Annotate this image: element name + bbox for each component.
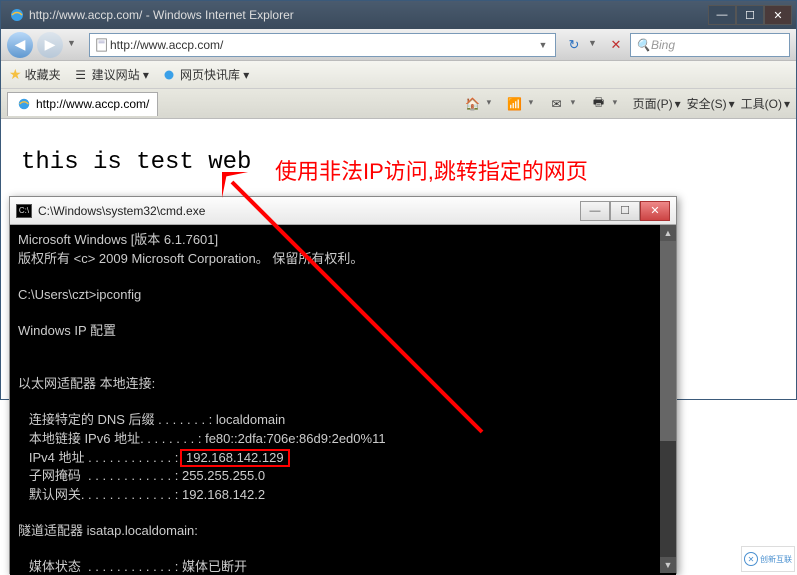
page-menu[interactable]: 页面(P) ▾ [633,95,681,112]
tools-menu[interactable]: 工具(O) ▾ [741,95,790,112]
stop-icon[interactable]: ✕ [606,35,626,55]
search-placeholder: Bing [651,38,675,52]
url-dropdown-icon[interactable]: ▼ [535,40,551,50]
scroll-up-icon[interactable]: ▲ [660,225,676,241]
page-icon [161,67,177,83]
nav-history-dropdown-icon[interactable]: ▼ [67,38,81,52]
search-provider-icon[interactable]: 🔍 [635,38,651,52]
star-icon: ★ [9,66,22,83]
cmd-line: 连接特定的 DNS 后缀 . . . . . . . : localdomain [18,412,285,427]
cmd-window: C:\ C:\Windows\system32\cmd.exe — ☐ ✕ Mi… [9,196,677,574]
cmd-line: 默认网关. . . . . . . . . . . . . : 192.168.… [18,487,265,502]
watermark-logo: ✕ 创新互联 [741,546,795,572]
ie-tab-icon [16,96,32,112]
annotation-text: 使用非法IP访问,跳转指定的网页 [275,154,588,186]
cmd-output[interactable]: Microsoft Windows [版本 6.1.7601] 版权所有 <c>… [10,225,676,575]
maximize-button[interactable]: ☐ [736,5,764,25]
cmd-line: 本地链接 IPv6 地址. . . . . . . . : fe80::2dfa… [18,431,386,446]
cmd-scrollbar[interactable]: ▲ ▼ [660,225,676,573]
favorites-bar: ★ 收藏夹 ☰ 建议网站 ▾ 网页快讯库 ▾ [1,61,796,89]
mail-icon[interactable]: ✉ [549,96,565,112]
cmd-line: C:\Users\czt>ipconfig [18,287,141,302]
tab-active[interactable]: http://www.accp.com/ [7,92,158,116]
mail-dd-icon[interactable]: ▾ [571,97,585,111]
tab-title: http://www.accp.com/ [36,97,149,111]
ie-titlebar[interactable]: http://www.accp.com/ - Windows Internet … [1,1,796,29]
cmd-close-button[interactable]: ✕ [640,201,670,221]
fav-suggested-sites[interactable]: ☰ 建议网站 ▾ [73,66,149,83]
url-input[interactable] [110,38,535,52]
window-title: http://www.accp.com/ - Windows Internet … [29,8,708,22]
back-button[interactable]: ◀ [7,32,33,58]
print-dd-icon[interactable]: ▾ [613,97,627,111]
tab-bar: http://www.accp.com/ 🏠 ▾ 📶 ▾ ✉ ▾ 🖶 ▾ 页面(P) ▾… [1,89,796,119]
cmd-title: C:\Windows\system32\cmd.exe [38,204,580,218]
ie-logo-icon [9,7,25,23]
scroll-thumb[interactable] [660,241,676,441]
cmd-line: 隧道适配器 isatap.localdomain: [18,523,198,538]
minimize-button[interactable]: — [708,5,736,25]
window-controls: — ☐ ✕ [708,5,792,25]
refresh-dropdown-icon[interactable]: ▼ [588,38,602,52]
watermark-text: 创新互联 [760,554,792,565]
cmd-minimize-button[interactable]: — [580,201,610,221]
address-bar[interactable]: ▼ [89,33,556,57]
fav-webslice-gallery[interactable]: 网页快讯库 ▾ [161,66,249,83]
cmd-line: Windows IP 配置 [18,323,116,338]
cmd-icon: C:\ [16,204,32,218]
feed-dd-icon[interactable]: ▾ [529,97,543,111]
cmd-titlebar[interactable]: C:\ C:\Windows\system32\cmd.exe — ☐ ✕ [10,197,676,225]
tab-toolbar: 🏠 ▾ 📶 ▾ ✉ ▾ 🖶 ▾ 页面(P) ▾ 安全(S) ▾ 工具(O) ▾ [465,95,790,112]
cmd-window-controls: — ☐ ✕ [580,201,670,221]
print-icon[interactable]: 🖶 [591,96,607,112]
scroll-down-icon[interactable]: ▼ [660,557,676,573]
forward-button[interactable]: ▶ [37,32,63,58]
sites-icon: ☰ [73,67,89,83]
safety-menu[interactable]: 安全(S) ▾ [687,95,735,112]
favorites-label: 收藏夹 [25,66,61,83]
search-box[interactable]: 🔍 Bing [630,33,790,57]
close-button[interactable]: ✕ [764,5,792,25]
refresh-icon[interactable]: ↻ [564,35,584,55]
cmd-maximize-button[interactable]: ☐ [610,201,640,221]
favorites-button[interactable]: ★ 收藏夹 [9,66,61,83]
ipv4-address-highlighted: 192.168.142.129 [180,449,290,467]
cmd-line: 媒体状态 . . . . . . . . . . . . : 媒体已断开 [18,559,247,574]
home-dd-icon[interactable]: ▾ [487,97,501,111]
cmd-line: 版权所有 <c> 2009 Microsoft Corporation。 保留所… [18,251,363,266]
watermark-icon: ✕ [744,552,758,566]
cmd-line: Microsoft Windows [版本 6.1.7601] [18,232,218,247]
cmd-line: 以太网适配器 本地连接: [18,376,155,391]
cmd-line: 子网掩码 . . . . . . . . . . . . : 255.255.2… [18,468,265,483]
page-icon [94,38,110,52]
ie-navbar: ◀ ▶ ▼ ▼ ↻ ▼ ✕ 🔍 Bing [1,29,796,61]
feed-icon[interactable]: 📶 [507,96,523,112]
home-icon[interactable]: 🏠 [465,96,481,112]
cmd-line-ipv4-label: IPv4 地址 . . . . . . . . . . . . : [18,450,182,465]
